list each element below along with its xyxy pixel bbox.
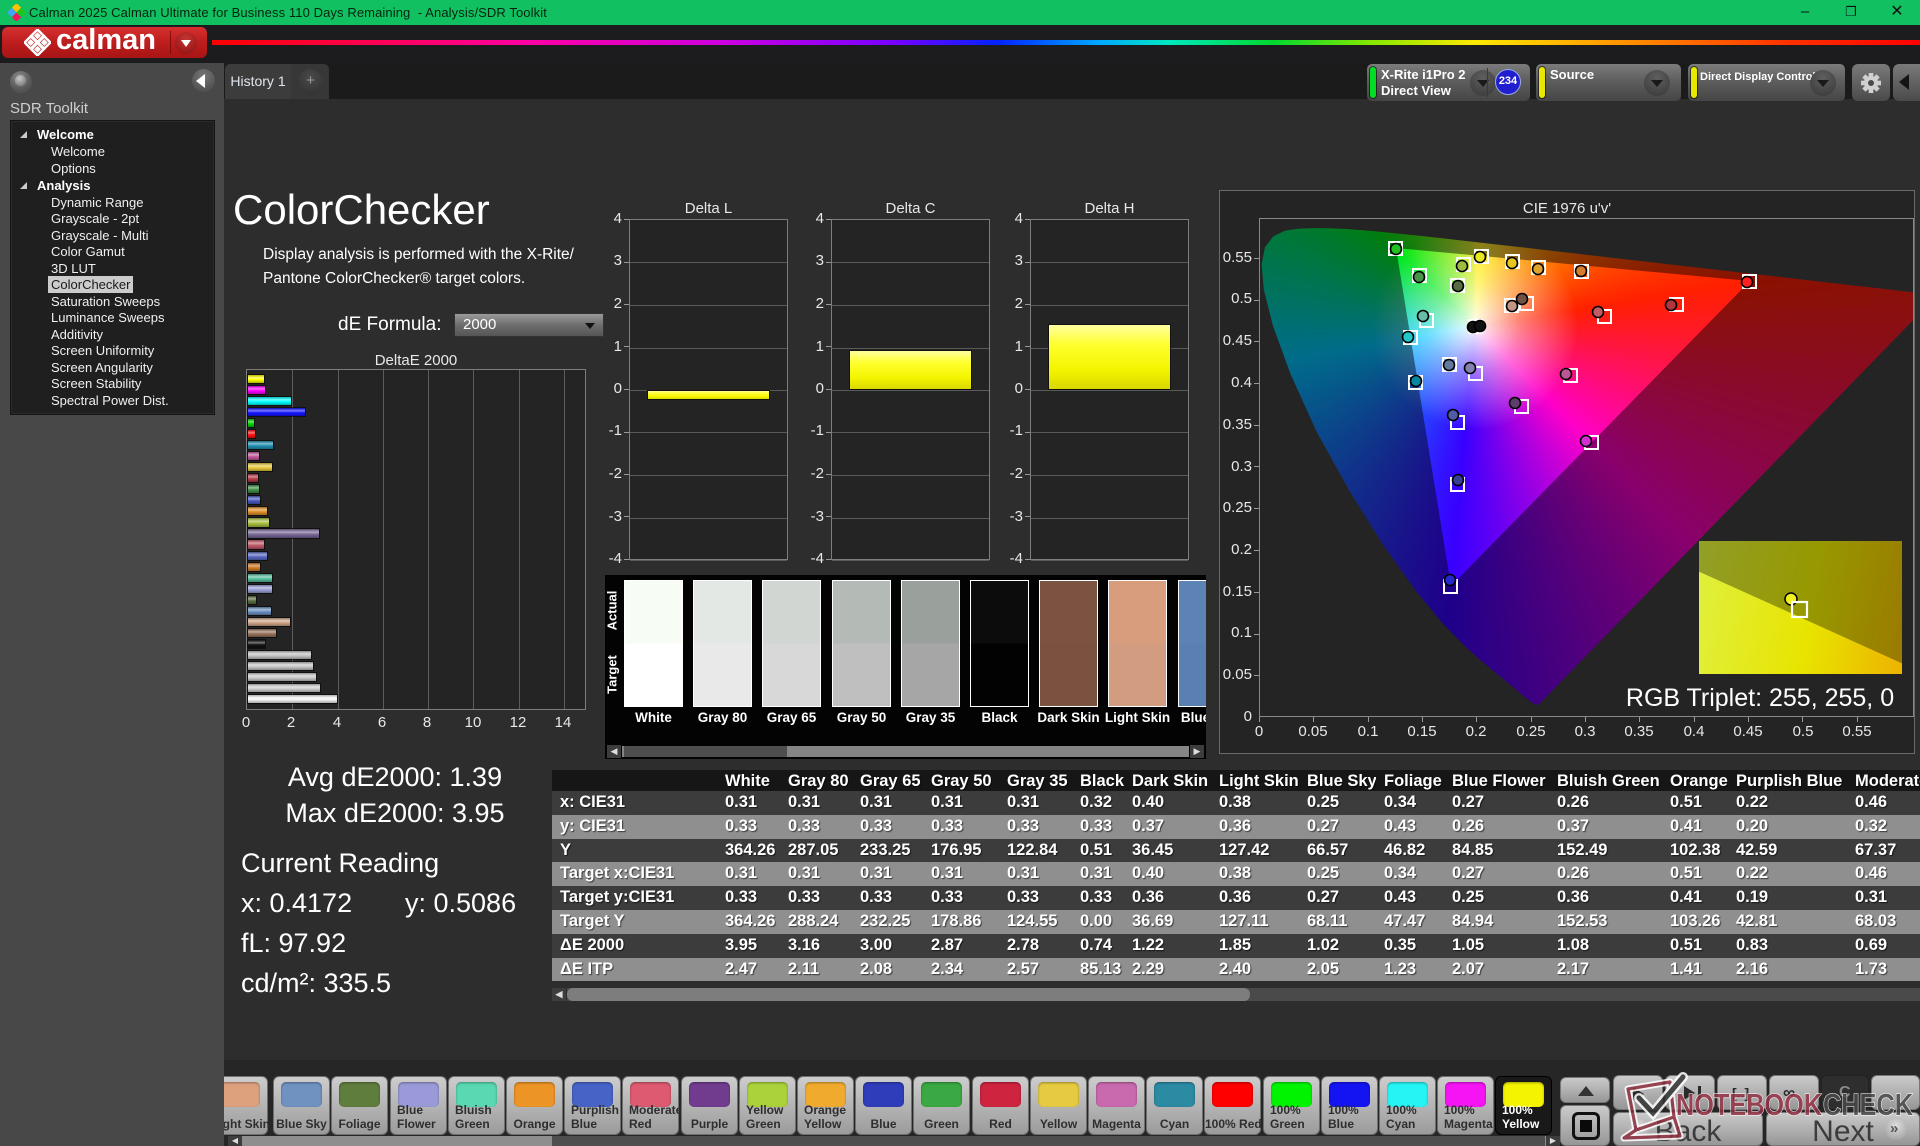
svg-text:CHECK: CHECK — [1823, 1087, 1913, 1122]
svg-text:NOTEBOOK: NOTEBOOK — [1676, 1087, 1822, 1122]
